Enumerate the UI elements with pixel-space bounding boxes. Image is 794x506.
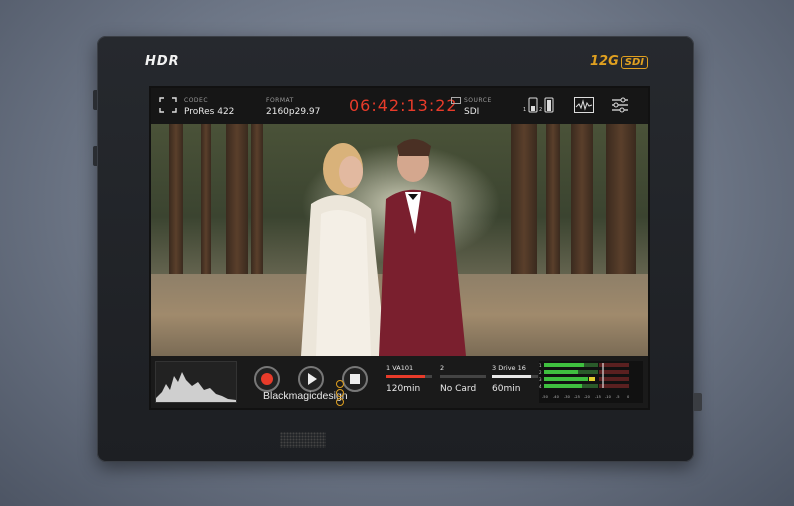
slot-fill [386,375,426,378]
source-icon [451,97,461,104]
tree-trunk [251,124,263,274]
sdi-logo: 12G SDI [590,54,648,69]
source-value[interactable]: SDI [464,107,479,117]
side-button-2[interactable] [93,146,97,166]
play-button[interactable] [298,366,324,392]
status-bar: CODEC ProRes 422 FORMAT 2160p29.97 06:42… [151,88,648,124]
histogram[interactable] [155,361,237,403]
codec-value[interactable]: ProRes 422 [184,107,234,117]
stop-icon [350,374,360,384]
speaker-grille [280,432,326,448]
tree-trunk [169,124,183,274]
media-slot-3[interactable]: 3 Drive 16 60min [492,364,538,394]
meter-scale: -15 [595,395,601,399]
slot-index: 3 [492,364,497,372]
battery-2-label: 2 [539,107,543,113]
video-preview[interactable] [151,124,648,356]
audio-meter-bars: 1 2 3 4 -50 -40 -30 -25 -20 -15 -10 -5 0 [539,363,630,399]
power-jack [693,393,702,411]
slot-name: Drive 16 [498,364,526,372]
couple-figure [301,139,466,356]
meter-scale: -5 [616,395,620,399]
play-icon [308,373,317,385]
record-icon [261,373,273,385]
sdi-logo-box: SDI [620,56,648,69]
meter-ch-label: 2 [539,370,542,375]
format-label: FORMAT [266,97,294,104]
side-button-1[interactable] [93,90,97,110]
slot-index: 1 [386,364,391,372]
battery-1-label: 1 [523,107,527,113]
slot-name: VA101 [392,364,414,372]
meter-ch-label: 1 [539,363,542,368]
brand-dots-icon [336,380,348,412]
tree-trunk [226,124,248,279]
transport-bar: 1 VA101 120min 2 No Card 3 Drive 16 60mi… [151,356,648,408]
scope-icon[interactable] [574,97,594,113]
fullscreen-icon[interactable] [159,97,177,113]
sdi-logo-main: 12G [590,54,619,69]
settings-icon[interactable] [611,97,629,113]
meter-scale: -40 [553,395,560,399]
slot-index: 2 [440,364,445,372]
tree-trunk [546,124,560,289]
codec-label: CODEC [184,97,209,104]
meter-scale: -30 [564,395,571,399]
media-slot-2[interactable]: 2 No Card [440,364,486,394]
touch-screen: CODEC ProRes 422 FORMAT 2160p29.97 06:42… [149,86,650,410]
brand-logo: Blackmagicdesign [263,390,348,402]
slot-value: No Card [440,384,477,394]
slot-value: 120min [386,384,421,394]
meter-scale: -25 [574,395,580,399]
meter-scale: 0 [627,395,630,399]
hdr-logo: HDR [145,54,180,69]
format-value[interactable]: 2160p29.97 [266,107,320,117]
slot-fill [492,375,532,378]
audio-meters[interactable]: 1 2 3 4 -50 -40 -30 -25 -20 -15 -10 -5 0 [539,361,643,403]
slot-value: 60min [492,384,521,394]
meter-scale: -10 [605,395,612,399]
meter-ch-label: 4 [539,384,542,389]
tree-trunk [201,124,211,274]
battery-icon[interactable] [526,96,558,116]
monitor-device: HDR 12G SDI CODEC ProRes 422 FORMAT 2160p… [93,36,702,462]
media-slot-1[interactable]: 1 VA101 120min [386,364,432,394]
tree-trunk [511,124,537,299]
meter-scale: -50 [542,395,549,399]
meter-ch-label: 3 [539,377,542,382]
meter-scale: -20 [584,395,591,399]
record-button[interactable] [254,366,280,392]
source-label: SOURCE [464,97,492,104]
histogram-graph [156,372,236,402]
timecode-display[interactable]: 06:42:13:22 [349,96,458,115]
